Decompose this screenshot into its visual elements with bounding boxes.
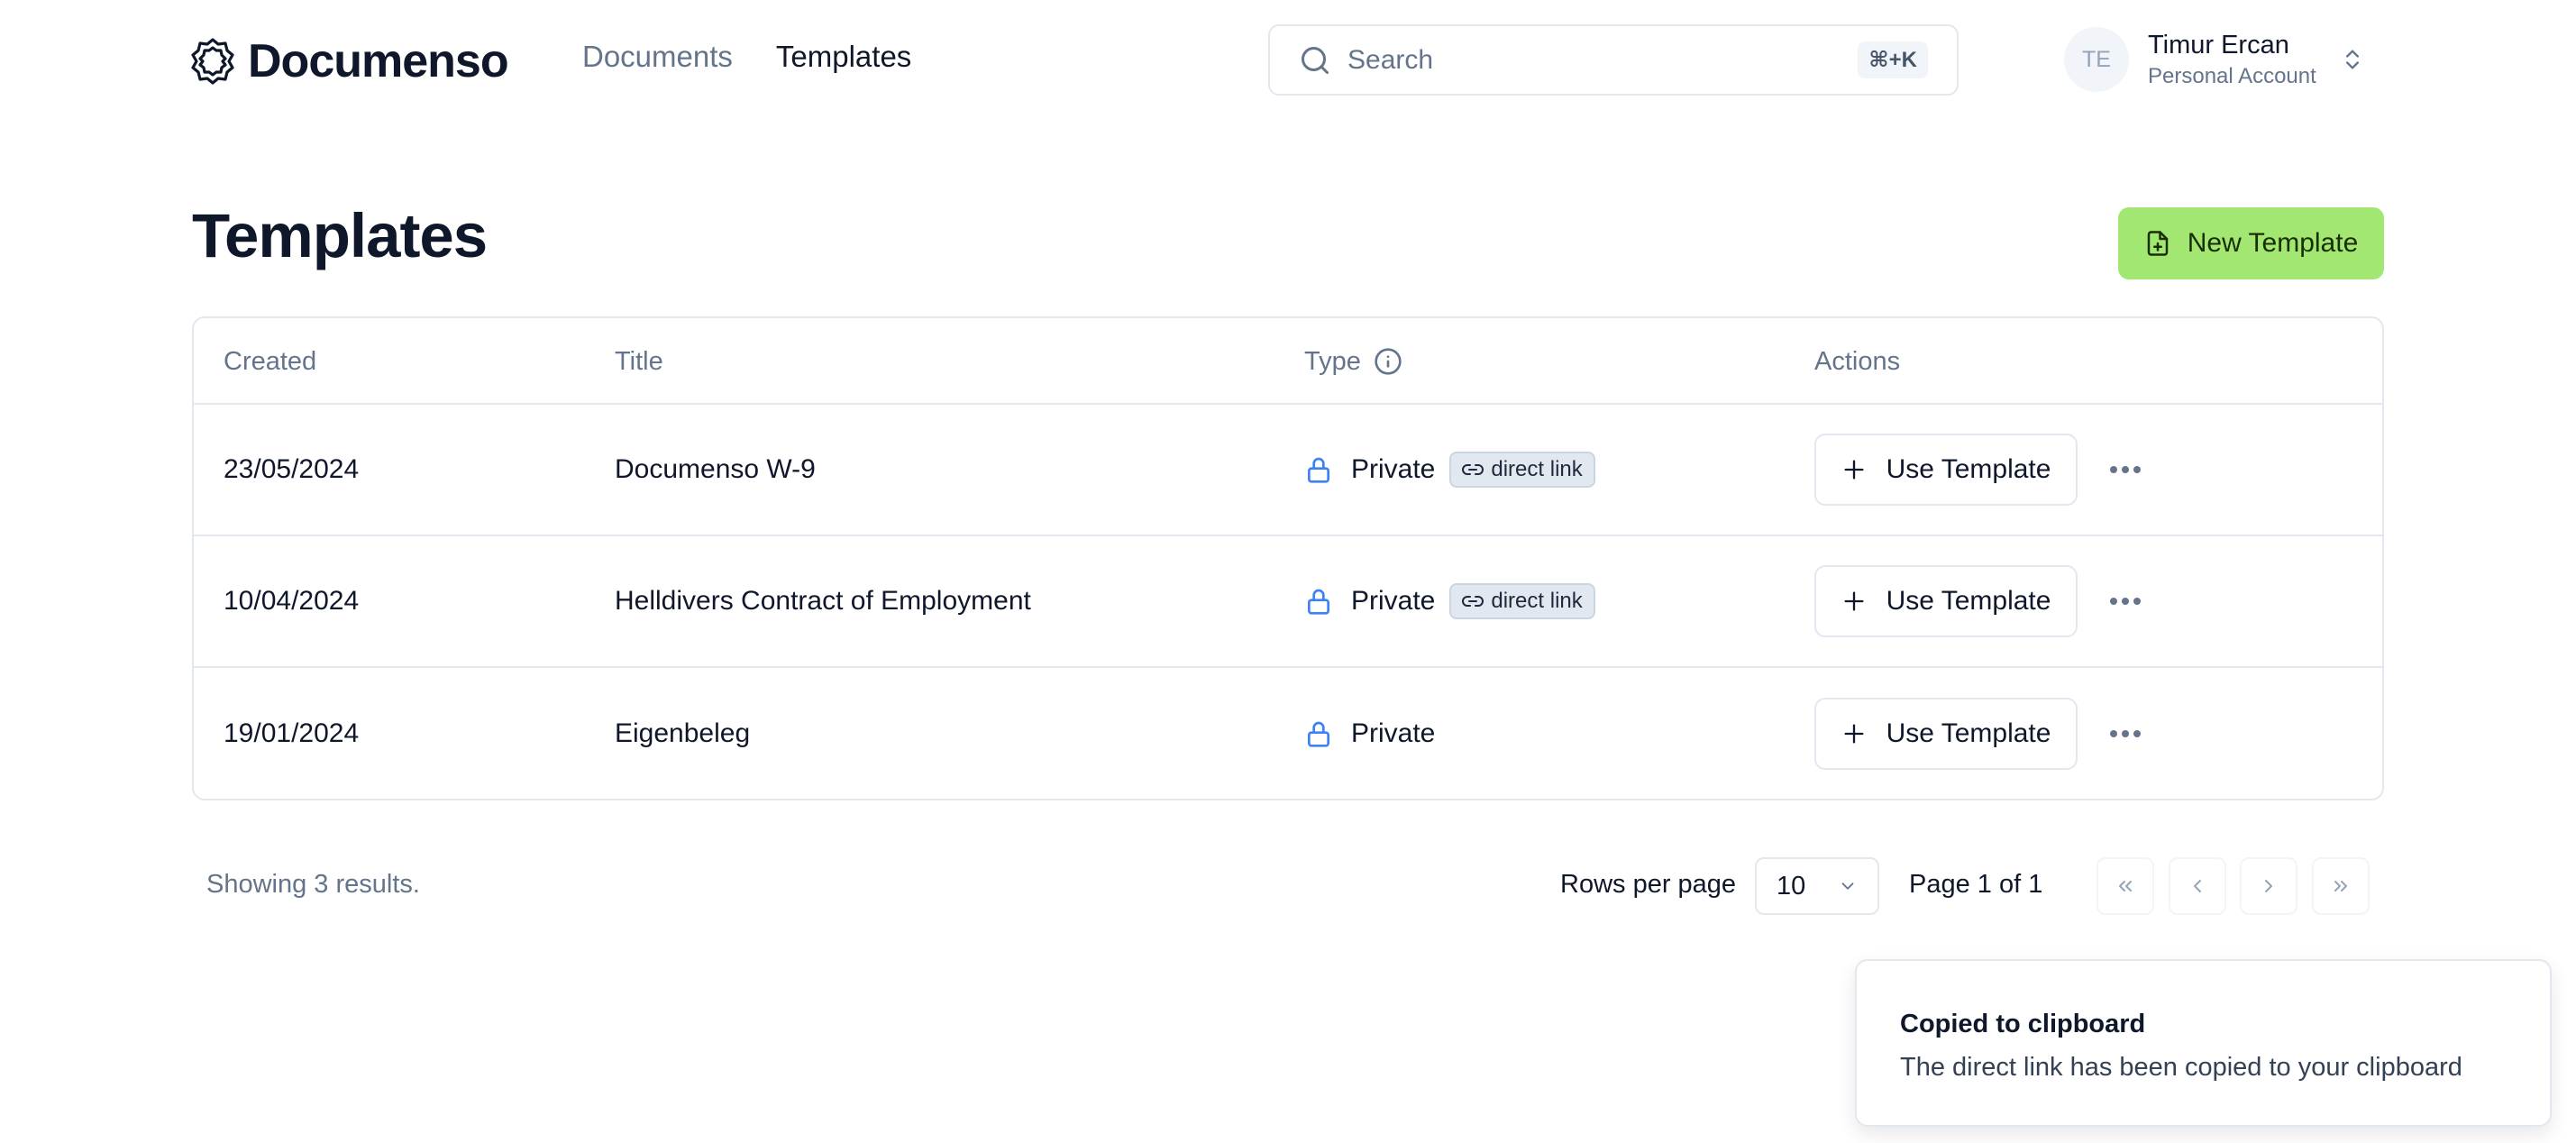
info-icon[interactable] — [1374, 347, 1402, 376]
column-title: Title — [615, 346, 663, 376]
chevrons-left-icon — [2119, 881, 2132, 892]
more-options-icon[interactable] — [2110, 597, 2141, 606]
type-label: Private — [1351, 718, 1436, 748]
account-name: Timur Ercan — [2148, 31, 2289, 59]
link-icon — [1462, 596, 1484, 607]
table-header: Created Title Type Actions — [194, 318, 2382, 405]
type-label: Private — [1351, 454, 1436, 484]
use-template-button[interactable]: Use Template — [1814, 565, 2078, 637]
toast-title: Copied to clipboard — [1900, 1010, 2146, 1038]
documenso-logo-icon — [191, 38, 234, 85]
previous-page-button[interactable] — [2169, 857, 2226, 915]
templates-table: Created Title Type Actions 23/05/2024 Do… — [192, 316, 2384, 800]
column-type: Type — [1304, 318, 1402, 405]
search-input[interactable]: Search ⌘+K — [1268, 24, 1959, 96]
rows-per-page-select[interactable]: 10 — [1755, 857, 1879, 915]
search-placeholder: Search — [1347, 44, 1434, 75]
use-template-label: Use Template — [1886, 454, 2051, 484]
created-date: 19/01/2024 — [224, 718, 360, 748]
template-title[interactable]: Helldivers Contract of Employment — [615, 536, 1031, 666]
type-label: Private — [1351, 586, 1436, 616]
chevron-left-icon — [2194, 880, 2201, 892]
account-type: Personal Account — [2148, 64, 2316, 88]
rows-per-page-label: Rows per page — [1560, 870, 1737, 899]
rows-per-page-value: 10 — [1777, 871, 1806, 901]
file-plus-icon — [2147, 231, 2168, 256]
use-template-button[interactable]: Use Template — [1814, 434, 2078, 506]
row-actions: Use Template — [1814, 405, 2141, 535]
avatar: TE — [2064, 27, 2129, 92]
table-row: 23/05/2024 Documenso W-9 Private direct … — [194, 405, 2382, 536]
use-template-label: Use Template — [1886, 586, 2051, 616]
brand-logo[interactable]: Documenso — [190, 34, 509, 88]
link-icon — [1462, 464, 1484, 475]
plus-icon — [1844, 591, 1864, 611]
column-type-label: Type — [1304, 346, 1361, 376]
template-type: Private direct link — [1304, 405, 1595, 535]
table-row: 10/04/2024 Helldivers Contract of Employ… — [194, 536, 2382, 668]
more-options-icon[interactable] — [2110, 729, 2141, 738]
table-row: 19/01/2024 Eigenbeleg Private Use Templa… — [194, 668, 2382, 799]
lock-icon — [1308, 457, 1329, 483]
badge-label: direct link — [1491, 589, 1583, 613]
last-page-button[interactable] — [2312, 857, 2370, 915]
search-icon — [1302, 46, 1329, 74]
plus-icon — [1844, 460, 1864, 480]
plus-icon — [1844, 724, 1864, 744]
direct-link-badge[interactable]: direct link — [1449, 583, 1595, 619]
new-template-button[interactable]: New Template — [2118, 207, 2384, 279]
lock-icon — [1308, 589, 1329, 615]
chevron-down-icon — [1841, 882, 1854, 890]
brand-name: Documenso — [248, 35, 509, 87]
row-actions: Use Template — [1814, 536, 2141, 666]
lock-icon — [1308, 721, 1329, 747]
template-type: Private direct link — [1304, 536, 1595, 666]
more-options-icon[interactable] — [2110, 465, 2141, 474]
created-date: 23/05/2024 — [224, 454, 360, 484]
first-page-button[interactable] — [2096, 857, 2154, 915]
template-title[interactable]: Documenso W-9 — [615, 405, 816, 535]
column-created: Created — [224, 346, 317, 376]
row-actions: Use Template — [1814, 668, 2141, 799]
chevrons-up-down-icon — [2345, 50, 2359, 69]
template-type: Private — [1304, 668, 1436, 799]
results-count: Showing 3 results. — [206, 870, 420, 899]
column-actions: Actions — [1814, 346, 1901, 376]
nav-documents[interactable]: Documents — [582, 40, 733, 74]
nav-templates[interactable]: Templates — [776, 40, 911, 74]
template-title[interactable]: Eigenbeleg — [615, 668, 750, 799]
badge-label: direct link — [1491, 457, 1583, 481]
use-template-button[interactable]: Use Template — [1814, 698, 2078, 770]
page-title: Templates — [192, 201, 488, 270]
main-nav: Documents Templates — [582, 40, 911, 74]
search-shortcut: ⌘+K — [1858, 41, 1928, 78]
account-switcher[interactable]: TE Timur Ercan Personal Account — [2064, 27, 2365, 92]
chevrons-right-icon — [2334, 881, 2347, 892]
page-info: Page 1 of 1 — [1909, 870, 2043, 899]
new-template-label: New Template — [2187, 228, 2359, 258]
toast-description: The direct link has been copied to your … — [1900, 1053, 2462, 1082]
direct-link-badge[interactable]: direct link — [1449, 452, 1595, 488]
chevron-right-icon — [2265, 880, 2272, 892]
toast-notification[interactable]: Copied to clipboard The direct link has … — [1855, 959, 2552, 1127]
next-page-button[interactable] — [2240, 857, 2297, 915]
use-template-label: Use Template — [1886, 718, 2051, 748]
created-date: 10/04/2024 — [224, 586, 360, 616]
